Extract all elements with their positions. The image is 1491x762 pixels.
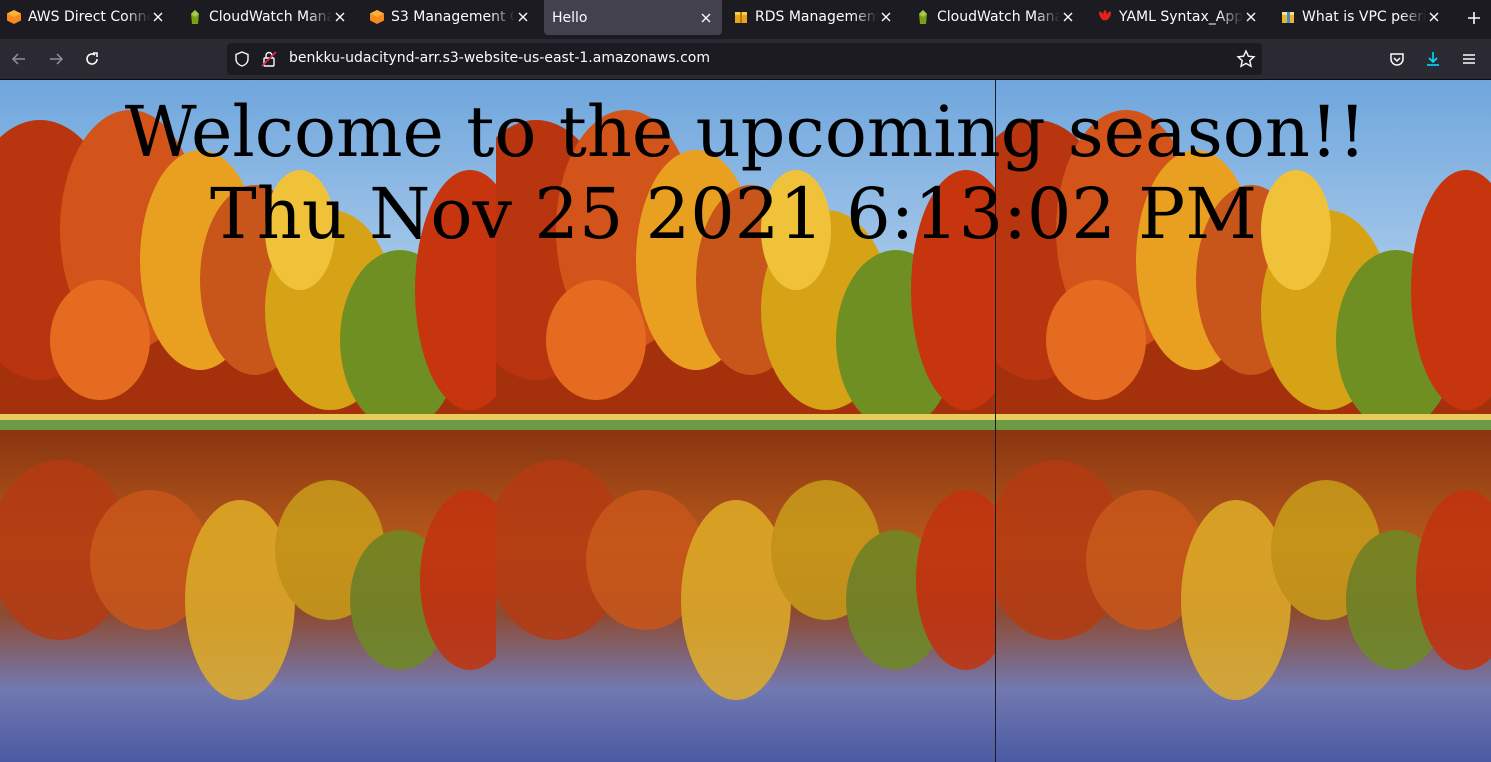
aws-orange-cube-icon (7, 10, 21, 24)
tab-s3-management-console[interactable]: S3 Management Console (363, 0, 535, 34)
address-bar[interactable]: benkku-udacitynd-arr.s3-website-us-east-… (227, 43, 1262, 75)
tab-title: RDS Management Console (755, 9, 878, 25)
cloudwatch-icon (919, 10, 927, 24)
date-time-display: Thu Nov 25 2021 6:13:02 PM (210, 173, 1257, 255)
reload-icon (86, 52, 98, 65)
tab-title: CloudWatch Management Console (209, 9, 332, 25)
tracking-protection-shield-icon[interactable] (233, 50, 251, 68)
page-heading: Welcome to the upcoming season!! (124, 91, 1367, 173)
tab-aws-direct-connect[interactable]: AWS Direct Connect (0, 0, 170, 34)
aws-orange-cube-icon (370, 10, 384, 24)
arrow-right-icon (50, 53, 64, 65)
tab-title: S3 Management Console (391, 9, 515, 25)
app-menu-button[interactable] (1455, 45, 1483, 73)
cloudwatch-icon (191, 10, 199, 24)
new-tab-button[interactable] (1461, 5, 1487, 31)
close-tab-icon[interactable] (332, 9, 348, 25)
close-tab-icon[interactable] (878, 9, 894, 25)
tab-cloudwatch-1[interactable]: CloudWatch Management Console (181, 0, 352, 34)
downloads-button[interactable] (1419, 45, 1447, 73)
hamburger-menu-icon (1463, 54, 1475, 64)
tab-strip: AWS Direct Connect CloudWatch Management… (0, 0, 1491, 36)
close-tab-icon[interactable] (1060, 9, 1076, 25)
aws-docs-icon (1282, 12, 1294, 23)
back-button[interactable] (5, 45, 33, 73)
tab-hello-active[interactable]: Hello (544, 0, 722, 35)
tab-title: CloudWatch Management Console (937, 9, 1060, 25)
tab-yaml-syntax[interactable]: YAML Syntax_Application (1091, 0, 1263, 34)
close-tab-icon[interactable] (150, 9, 166, 25)
plus-icon (1468, 12, 1480, 24)
close-tab-icon[interactable] (1243, 9, 1259, 25)
pocket-button[interactable] (1383, 45, 1411, 73)
navigation-toolbar: benkku-udacitynd-arr.s3-website-us-east-… (0, 39, 1491, 80)
tab-vpc-peering[interactable]: What is VPC peering? (1274, 0, 1446, 34)
tab-title: What is VPC peering? (1302, 9, 1426, 25)
close-tab-icon[interactable] (515, 9, 531, 25)
bookmark-star-icon[interactable] (1236, 49, 1256, 69)
arrow-left-icon (11, 53, 25, 65)
close-tab-icon[interactable] (1426, 9, 1442, 25)
tab-title: Hello (552, 9, 588, 26)
forward-button[interactable] (42, 45, 70, 73)
reload-button[interactable] (78, 45, 106, 73)
tab-title: AWS Direct Connect (28, 9, 150, 25)
pocket-icon (1390, 53, 1404, 66)
tab-title: YAML Syntax_Application (1119, 9, 1243, 25)
url-text[interactable]: benkku-udacitynd-arr.s3-website-us-east-… (289, 50, 710, 66)
close-tab-icon[interactable] (698, 10, 714, 26)
aws-yellow-box-icon (735, 12, 747, 23)
web-page-content: Welcome to the upcoming season!! Thu Nov… (0, 80, 1491, 762)
tab-cloudwatch-2[interactable]: CloudWatch Management Console (909, 0, 1080, 34)
download-arrow-icon (1427, 52, 1439, 66)
tab-rds-management-console[interactable]: RDS Management Console (727, 0, 898, 34)
huawei-icon (1098, 10, 1112, 21)
insecure-lock-icon[interactable] (261, 50, 277, 68)
